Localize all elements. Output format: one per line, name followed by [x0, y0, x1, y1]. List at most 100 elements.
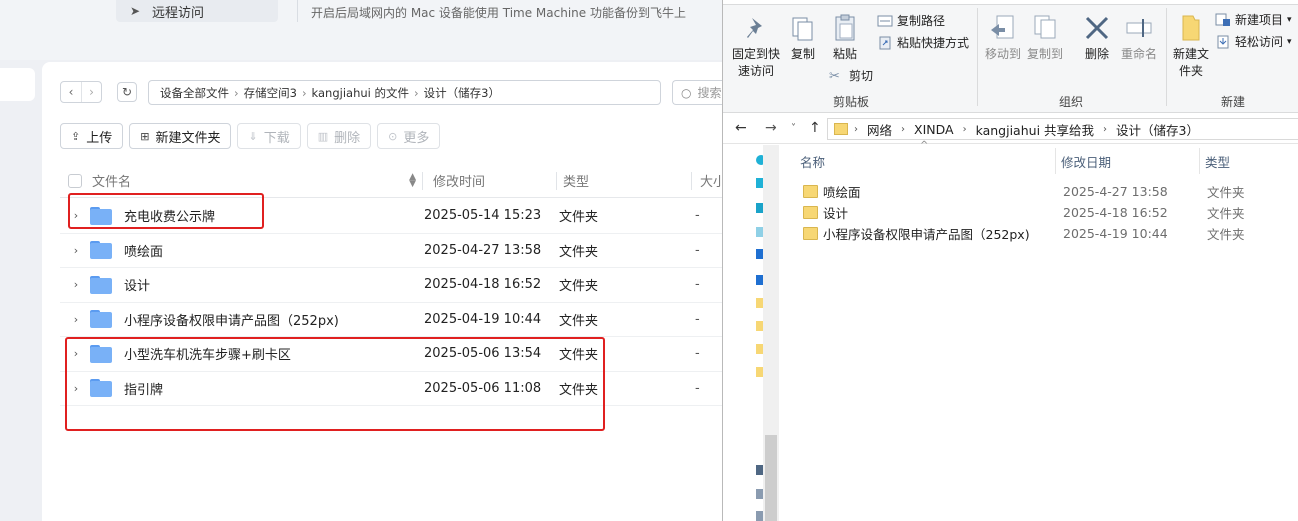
file-size: -: [695, 346, 700, 362]
item-name: 小程序设备权限申请产品图（252px): [823, 227, 1030, 242]
table-row[interactable]: › 充电收费公示牌 2025-05-14 15:23 文件夹 -: [60, 199, 742, 234]
folder-icon: [90, 344, 112, 363]
scrollbar-thumb[interactable]: [765, 435, 777, 521]
file-mtime: 2025-05-06 11:08: [424, 380, 542, 396]
item-date: 2025-4-19 10:44: [1063, 226, 1168, 241]
clipboard-group-label: 剪贴板: [833, 95, 870, 109]
nav-item-label: 远程访问: [152, 5, 205, 21]
copy-button[interactable]: 复制: [789, 12, 817, 63]
delete-button[interactable]: ▥ 删除: [306, 123, 372, 149]
column-name[interactable]: ^ 名称: [780, 140, 1055, 171]
address-segment[interactable]: kangjiahui 共享给我: [976, 120, 1094, 139]
list-item[interactable]: 小程序设备权限申请产品图（252px) 2025-4-19 10:44 文件夹: [780, 223, 1298, 244]
chevron-right-icon: ›: [234, 85, 239, 100]
chevron-right-icon[interactable]: ›: [60, 209, 90, 222]
file-size: -: [695, 242, 700, 258]
delete-button[interactable]: 删除: [1081, 12, 1113, 63]
file-mtime: 2025-04-19 10:44: [424, 311, 542, 327]
folder-icon: [90, 206, 112, 225]
download-icon: ⇓: [248, 129, 258, 143]
nav-scrollbar[interactable]: [763, 145, 779, 521]
pin-quick-access-button[interactable]: 固定到快速访问: [731, 12, 781, 80]
paste-shortcut-button[interactable]: 粘贴快捷方式: [877, 34, 969, 51]
new-folder-icon: [1175, 12, 1207, 44]
chevron-right-icon[interactable]: ›: [60, 313, 90, 326]
chevron-right-icon[interactable]: ›: [60, 278, 90, 291]
address-segment[interactable]: 网络: [867, 120, 892, 139]
more-button[interactable]: ⊙ 更多: [377, 123, 441, 149]
file-size: -: [695, 208, 700, 224]
trash-icon: ▥: [317, 129, 329, 143]
breadcrumb-item[interactable]: 设计（储存3）: [424, 85, 500, 101]
column-type[interactable]: 类型: [1200, 152, 1230, 171]
table-row[interactable]: › 指引牌 2025-05-06 11:08 文件夹 -: [60, 372, 742, 406]
navigation-pane: [723, 145, 779, 521]
cut-button[interactable]: ✂ 剪切: [829, 67, 873, 84]
up-arrow-icon[interactable]: ↑: [809, 120, 821, 136]
list-item[interactable]: 设计 2025-4-18 16:52 文件夹: [780, 202, 1298, 223]
back-arrow-icon[interactable]: ←: [735, 120, 747, 136]
folder-icon: [90, 379, 112, 398]
recent-dropdown-icon[interactable]: ˅: [791, 123, 796, 134]
nav-item-remote-access[interactable]: ➤ 远程访问: [116, 0, 278, 22]
new-folder-button[interactable]: ⊞ 新建文件夹: [129, 123, 232, 149]
rename-label: 重命名: [1120, 47, 1157, 61]
table-row[interactable]: › 设计 2025-04-18 16:52 文件夹 -: [60, 268, 742, 303]
new-folder-button[interactable]: 新建文件夹: [1171, 12, 1211, 80]
forward-arrow-icon[interactable]: →: [765, 120, 777, 136]
table-row[interactable]: › 小程序设备权限申请产品图（252px) 2025-04-19 10:44 文…: [60, 303, 742, 337]
address-segment[interactable]: XINDA: [914, 122, 954, 137]
move-to-button[interactable]: 移动到: [985, 12, 1021, 63]
toolbar: ⇪ 上传 ⊞ 新建文件夹 ⇓ 下载 ▥ 删除 ⊙ 更多: [60, 123, 441, 149]
item-name: 喷绘面: [823, 185, 861, 200]
paste-button[interactable]: 粘贴: [829, 12, 861, 63]
forward-icon[interactable]: ›: [81, 82, 101, 102]
column-size[interactable]: 大小: [692, 171, 726, 190]
back-icon[interactable]: ‹: [61, 82, 81, 102]
folder-icon: [803, 185, 818, 198]
chevron-right-icon[interactable]: ›: [60, 244, 90, 257]
chevron-right-icon: ›: [854, 123, 858, 135]
new-item-button[interactable]: 新建项目 ▾: [1215, 11, 1292, 28]
column-date[interactable]: 修改日期: [1056, 152, 1199, 171]
left-rail-item[interactable]: [0, 68, 35, 101]
breadcrumb-item[interactable]: kangjiahui 的文件: [312, 85, 409, 101]
chevron-right-icon[interactable]: ›: [60, 382, 90, 395]
new-item-label: 新建项目: [1235, 13, 1284, 27]
easy-access-button[interactable]: 轻松访问 ▾: [1215, 33, 1292, 50]
table-row[interactable]: › 喷绘面 2025-04-27 13:58 文件夹 -: [60, 234, 742, 268]
time-machine-hint: 开启后局域网内的 Mac 设备能使用 Time Machine 功能备份到飞牛上: [311, 6, 686, 20]
file-type: 文件夹: [559, 279, 599, 295]
refresh-icon: ↻: [121, 85, 133, 99]
item-type: 文件夹: [1207, 206, 1245, 221]
new-group-label: 新建: [1221, 95, 1246, 109]
breadcrumb-item[interactable]: 存储空间3: [244, 85, 297, 101]
file-mtime: 2025-05-14 15:23: [424, 208, 542, 224]
address-segment[interactable]: 设计（储存3）: [1116, 120, 1199, 139]
breadcrumb-item[interactable]: 设备全部文件: [160, 85, 229, 101]
table-row[interactable]: › 小型洗车机洗车步骤+刷卡区 2025-05-06 13:54 文件夹 -: [60, 337, 742, 372]
divider: [297, 0, 298, 22]
item-date: 2025-4-27 13:58: [1063, 184, 1168, 199]
file-type: 文件夹: [559, 244, 599, 260]
column-name-label: 名称: [800, 154, 826, 170]
ribbon-separator: [1166, 8, 1167, 106]
dropdown-arrow-icon: ▾: [1287, 14, 1292, 25]
copy-path-button[interactable]: 复制路径: [877, 12, 945, 29]
address-bar[interactable]: › 网络 › XINDA › kangjiahui 共享给我 › 设计（储存3）: [827, 118, 1298, 140]
download-button[interactable]: ⇓ 下载: [237, 123, 301, 149]
chevron-right-icon[interactable]: ›: [60, 347, 90, 360]
rename-button[interactable]: 重命名: [1119, 12, 1159, 63]
select-all-checkbox[interactable]: [68, 173, 82, 188]
refresh-button[interactable]: ↻: [117, 82, 137, 102]
ribbon: 固定到快速访问 复制 粘贴 复制路径 粘贴快捷方式 ✂ 剪切 剪贴板 移动到 复…: [723, 0, 1298, 113]
upload-icon: ⇪: [71, 129, 81, 143]
organize-group-label: 组织: [1059, 95, 1084, 109]
column-mtime[interactable]: 修改时间: [423, 171, 556, 190]
column-name[interactable]: 文件名 ▲ ▼: [92, 171, 422, 190]
column-type[interactable]: 类型: [557, 171, 691, 190]
list-item[interactable]: 喷绘面 2025-4-27 13:58 文件夹: [780, 181, 1298, 202]
copy-to-button[interactable]: 复制到: [1027, 12, 1063, 63]
upload-button[interactable]: ⇪ 上传: [60, 123, 124, 149]
sort-icon[interactable]: ▲ ▼: [409, 172, 416, 188]
